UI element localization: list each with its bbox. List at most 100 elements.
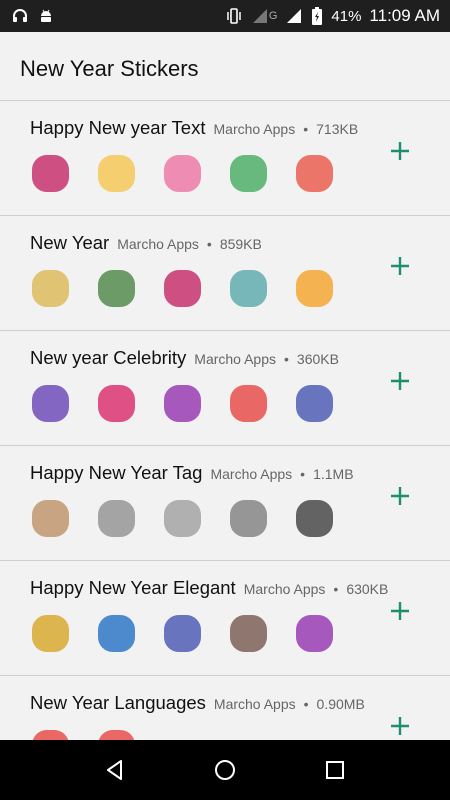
pack-header: Happy New Year Elegant Marcho Apps • 630KB xyxy=(30,577,388,599)
plus-icon xyxy=(391,717,409,735)
add-pack-button[interactable] xyxy=(384,710,416,740)
elegant-text-sticker xyxy=(92,609,141,658)
plus-icon xyxy=(391,142,409,160)
page-title: New Year Stickers xyxy=(20,56,199,81)
pack-size: 0.90MB xyxy=(316,696,365,712)
party-hat-sticker xyxy=(92,149,141,198)
add-pack-button[interactable] xyxy=(384,480,416,512)
pack-author: Marcho Apps xyxy=(213,121,296,137)
pack-name: New Year Languages xyxy=(30,692,206,713)
pack-name: Happy New year Text xyxy=(30,117,206,138)
sticker-preview-strip xyxy=(26,264,339,313)
meta-separator: • xyxy=(300,466,306,482)
recents-icon xyxy=(324,759,346,781)
gift-sticker xyxy=(158,149,207,198)
pack-header: Happy New Year Tag Marcho Apps • 1.1MB xyxy=(30,462,354,484)
app-header: New Year Stickers xyxy=(0,32,450,100)
sticker-preview-strip xyxy=(26,149,339,198)
ribbon-tag-sticker xyxy=(92,494,141,543)
elegant-text-sticker xyxy=(224,609,273,658)
meta-separator: • xyxy=(206,236,212,252)
home-button[interactable] xyxy=(205,750,245,790)
champagne-glasses-sticker xyxy=(26,264,75,313)
pack-author: Marcho Apps xyxy=(213,696,296,712)
plus-icon xyxy=(391,257,409,275)
pack-size: 630KB xyxy=(346,581,389,597)
add-pack-button[interactable] xyxy=(384,595,416,627)
home-icon xyxy=(213,758,237,782)
pack-author: Marcho Apps xyxy=(243,581,326,597)
sticker-pack-row[interactable]: Happy New Year Elegant Marcho Apps • 630KB xyxy=(0,560,450,675)
navigation-bar xyxy=(0,740,450,800)
vibrate-icon xyxy=(225,7,243,25)
sticker-pack-row[interactable]: Happy New Year Tag Marcho Apps • 1.1MB xyxy=(0,445,450,560)
ribbon-tag-sticker xyxy=(26,494,75,543)
sticker-preview-strip xyxy=(26,379,339,428)
add-pack-button[interactable] xyxy=(384,135,416,167)
sticker-pack-row[interactable]: Happy New year Text Marcho Apps • 713KB xyxy=(0,100,450,215)
celebrity-sticker xyxy=(26,379,75,428)
celebrity-sticker xyxy=(224,379,273,428)
pack-author: Marcho Apps xyxy=(194,351,276,367)
burst-sticker xyxy=(290,494,339,543)
pack-name: New year Celebrity xyxy=(30,347,187,368)
headset-icon xyxy=(12,8,28,24)
ribbon-tag-sticker xyxy=(224,494,273,543)
plus-icon xyxy=(391,602,409,620)
pack-header: New year Celebrity Marcho Apps • 360KB xyxy=(30,347,339,369)
plus-icon xyxy=(391,487,409,505)
pack-author: Marcho Apps xyxy=(210,466,293,482)
back-button[interactable] xyxy=(95,750,135,790)
champagne-bottle-sticker xyxy=(92,264,141,313)
sticker-pack-row[interactable]: New Year Marcho Apps • 859KB xyxy=(0,215,450,330)
pack-size: 1.1MB xyxy=(313,466,354,482)
celebrity-sticker xyxy=(290,379,339,428)
happy-new-year-sticker xyxy=(224,264,273,313)
recents-button[interactable] xyxy=(315,750,355,790)
pack-header: New Year Languages Marcho Apps • 0.90MB xyxy=(30,692,365,714)
signal-icon xyxy=(251,7,269,25)
language-sticker xyxy=(26,724,75,740)
battery-charging-icon xyxy=(311,6,323,26)
celebrity-sticker xyxy=(158,379,207,428)
pack-header: Happy New year Text Marcho Apps • 713KB xyxy=(30,117,358,139)
pack-size: 360KB xyxy=(296,351,339,367)
meta-separator: • xyxy=(333,581,339,597)
pack-name: New Year xyxy=(30,232,110,253)
sticker-preview-strip xyxy=(26,609,339,658)
android-icon xyxy=(38,8,54,24)
sticker-pack-list[interactable]: Happy New year Text Marcho Apps • 713KB New … xyxy=(0,100,450,740)
pack-header: New Year Marcho Apps • 859KB xyxy=(30,232,262,254)
battery-level: 41% xyxy=(331,7,362,25)
clock: 11:09 AM xyxy=(369,6,440,25)
status-bar: G 41% 11:09 AM xyxy=(0,0,450,32)
sticker-preview-strip xyxy=(26,724,141,740)
party-hat-sticker xyxy=(26,149,75,198)
pack-size: 859KB xyxy=(219,236,262,252)
meta-separator: • xyxy=(303,121,309,137)
sticker-pack-row[interactable]: New Year Languages Marcho Apps • 0.90MB xyxy=(0,675,450,740)
elegant-text-sticker xyxy=(26,609,75,658)
meta-separator: • xyxy=(303,696,309,712)
plus-icon xyxy=(391,372,409,390)
happy-new-year-sticker xyxy=(158,264,207,313)
add-pack-button[interactable] xyxy=(384,365,416,397)
pack-name: Happy New Year Elegant xyxy=(30,577,236,598)
elegant-text-sticker xyxy=(290,609,339,658)
sticker-pack-row[interactable]: New year Celebrity Marcho Apps • 360KB xyxy=(0,330,450,445)
elegant-text-sticker xyxy=(158,609,207,658)
ribbon-tag-sticker xyxy=(158,494,207,543)
pack-size: 713KB xyxy=(316,121,359,137)
signal-icon xyxy=(285,7,303,25)
language-sticker xyxy=(92,724,141,740)
pack-author: Marcho Apps xyxy=(117,236,199,252)
network-type-label: G xyxy=(268,10,278,22)
pack-name: Happy New Year Tag xyxy=(30,462,203,483)
sticker-preview-strip xyxy=(26,494,339,543)
fireworks-sticker xyxy=(290,264,339,313)
meta-separator: • xyxy=(284,351,289,367)
celebrity-sticker xyxy=(92,379,141,428)
back-icon xyxy=(103,758,127,782)
add-pack-button[interactable] xyxy=(384,250,416,282)
happy-new-year-sticker xyxy=(224,149,273,198)
